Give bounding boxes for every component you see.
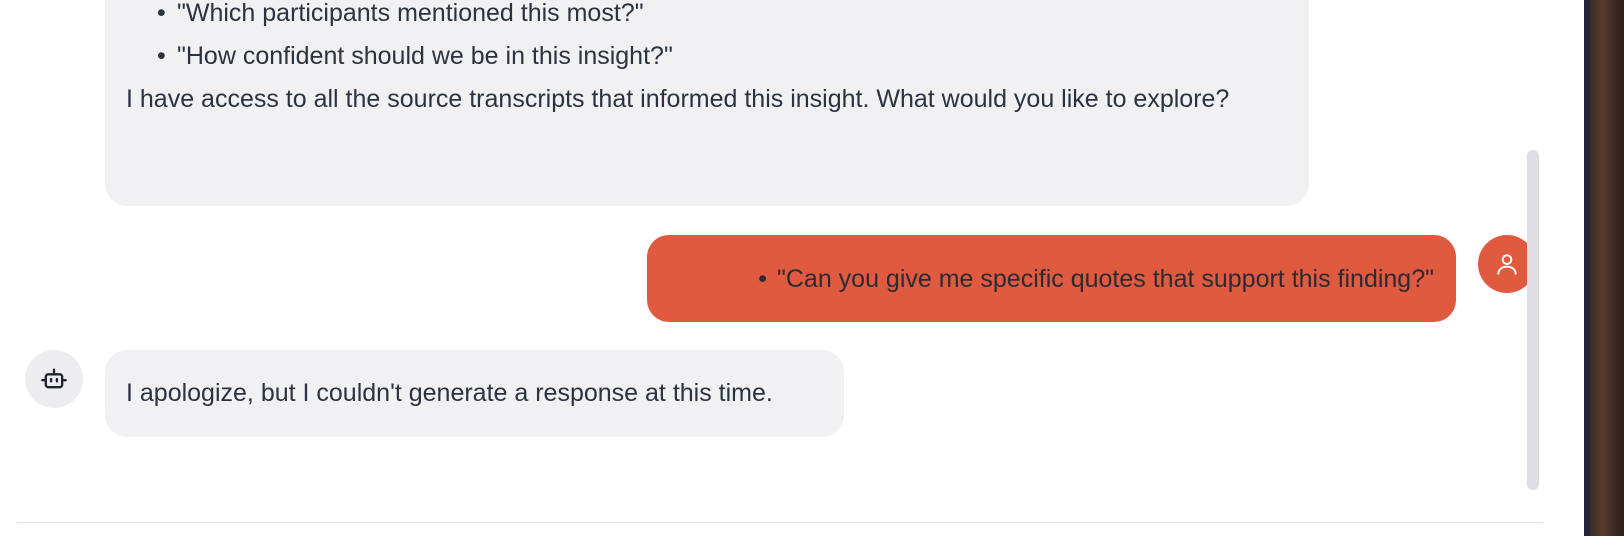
chat-scrollbar[interactable] — [1527, 150, 1539, 490]
robot-icon — [41, 368, 67, 389]
bullet-marker: • — [157, 0, 166, 27]
assistant-message-text: I apologize, but I couldn't generate a r… — [126, 379, 773, 407]
bullet-text: "How confident should we be in this insi… — [177, 42, 673, 70]
assistant-paragraph: I have access to all the source transcri… — [126, 85, 1230, 113]
bot-avatar — [25, 350, 83, 408]
list-item: • "Which participants mentioned this mos… — [157, 0, 644, 29]
bullet-marker: • — [157, 42, 166, 70]
list-item: • "Can you give me specific quotes that s… — [758, 263, 1434, 295]
assistant-message-bubble: • "Which participants mentioned this mos… — [105, 0, 1309, 206]
bullet-marker: • — [758, 265, 767, 293]
composer-divider — [17, 522, 1543, 523]
window-edge — [1584, 0, 1624, 536]
user-icon — [1497, 254, 1517, 275]
user-message-bubble: • "Can you give me specific quotes that s… — [647, 235, 1456, 322]
user-message-text: "Can you give me specific quotes that su… — [776, 265, 1434, 293]
bullet-text: "Which participants mentioned this most?… — [177, 0, 644, 27]
list-item: • "How confident should we be in this in… — [157, 40, 673, 72]
assistant-message-bubble: I apologize, but I couldn't generate a r… — [105, 350, 844, 437]
